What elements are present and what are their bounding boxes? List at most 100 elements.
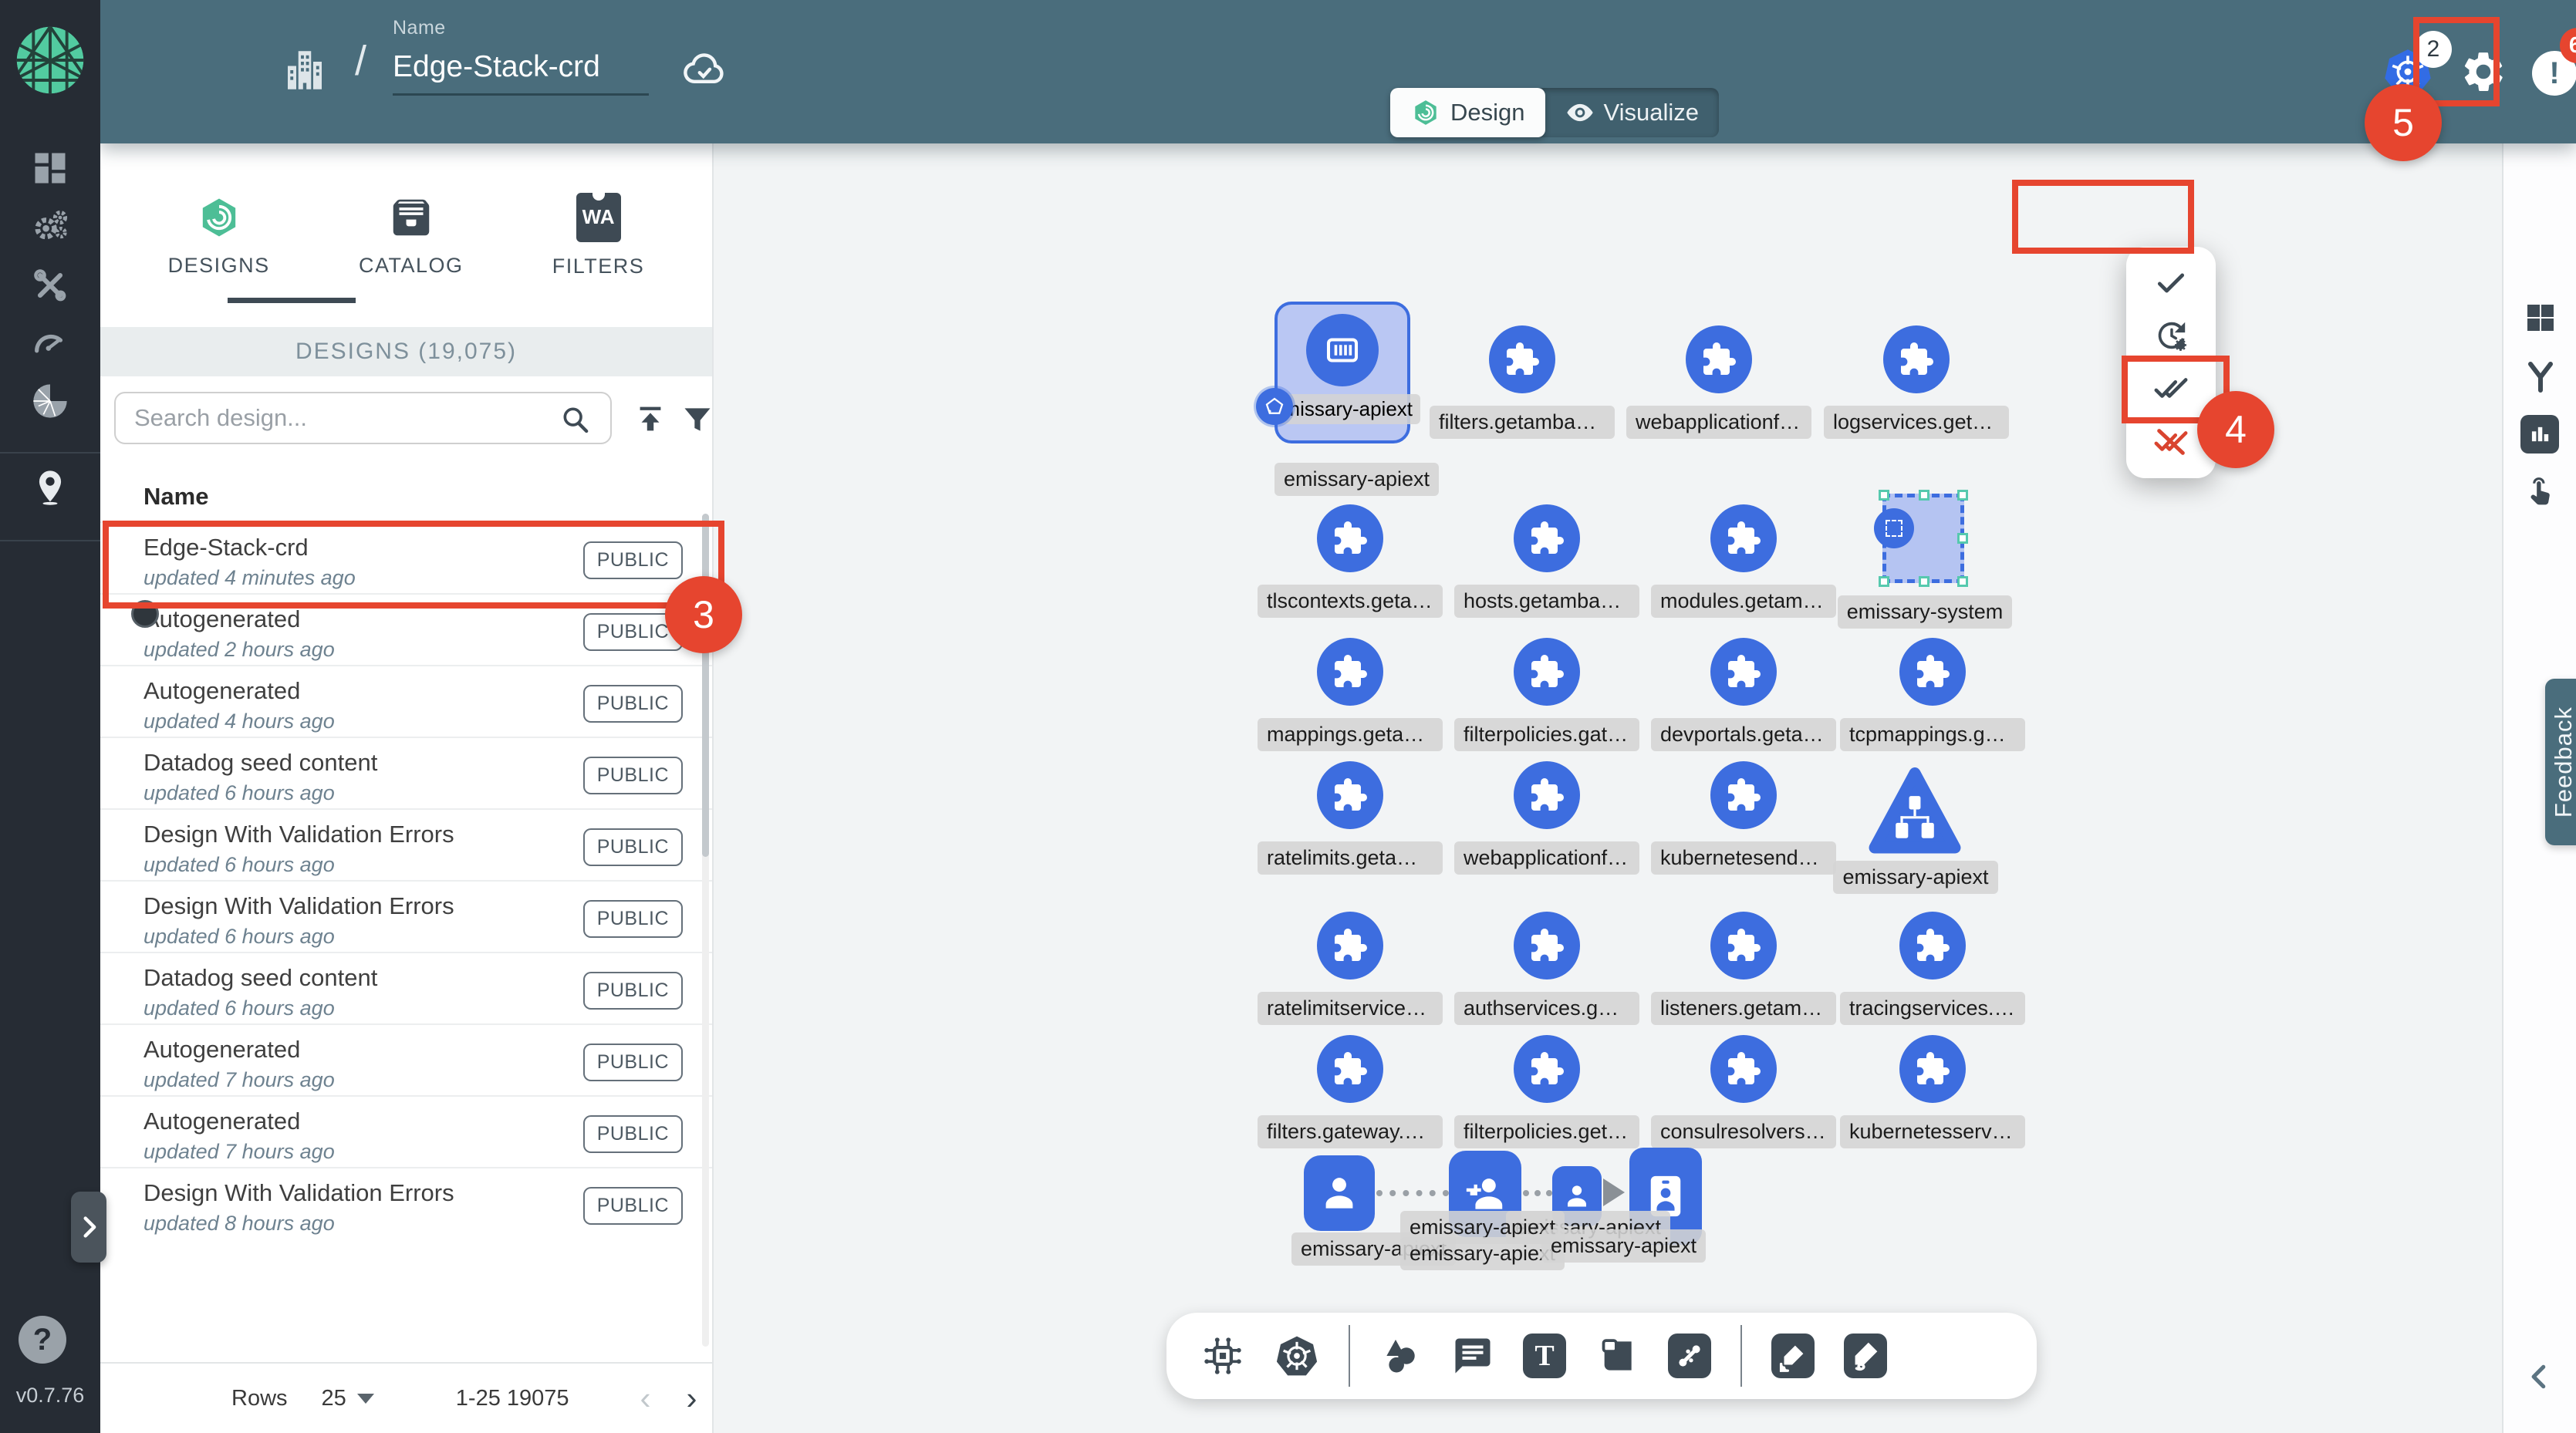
resize-handle[interactable] [1957,576,1968,587]
design-list-item[interactable]: Design With Validation Errors updated 6 … [100,880,712,952]
help-button[interactable]: ? [19,1316,66,1364]
canvas-node-crd[interactable]: listeners.getambassa... [1659,912,1828,1025]
resize-handle[interactable] [1957,533,1968,544]
previous-page-button[interactable]: ‹ [640,1380,651,1417]
canvas-node-crd[interactable]: kubernetesservicere... [1848,1035,2017,1148]
design-list-item[interactable]: Edge-Stack-crd updated 4 minutes ago PUB… [100,521,712,593]
freehand-draw-tool[interactable] [1844,1334,1887,1378]
pen-arrow-tool[interactable] [1771,1334,1815,1378]
resize-handle[interactable] [1919,490,1929,501]
upload-design-icon[interactable] [633,401,668,437]
menu-item-validate-check-icon[interactable] [2154,266,2188,300]
settings-gear-icon[interactable] [2460,48,2507,96]
visibility-badge[interactable]: PUBLIC [583,685,683,723]
visibility-badge[interactable]: PUBLIC [583,828,683,866]
component-chip-tool[interactable] [1200,1334,1245,1378]
canvas-node-crd[interactable]: consulresolvers.geta... [1659,1035,1828,1148]
sidebar-item-performance[interactable] [30,322,70,362]
collapse-right-chevron-icon[interactable] [2525,1362,2554,1391]
design-list-item[interactable]: Datadog seed content updated 6 hours ago… [100,737,712,808]
search-input[interactable] [114,392,612,444]
canvas-node-crd[interactable]: webapplicationfirewa... [1462,761,1632,875]
resize-handle[interactable] [1879,490,1889,501]
canvas-node-crd[interactable]: devportals.getambas... [1659,638,1828,751]
tab-filters[interactable]: WA FILTERS [552,193,645,278]
visibility-badge[interactable]: PUBLIC [583,1044,683,1081]
tab-visualize[interactable]: Visualize [1545,88,1720,137]
canvas-node-crd[interactable]: filterpolicies.gateway.... [1462,638,1632,751]
design-list-item[interactable]: Autogenerated updated 2 hours ago PUBLIC [100,593,712,665]
feedback-tab[interactable]: Feedback [2545,679,2576,845]
filter-icon[interactable] [680,403,714,437]
design-name-input[interactable] [393,47,649,96]
meshery-design-icon [1410,97,1441,128]
visibility-badge[interactable]: PUBLIC [583,972,683,1010]
canvas-node-emissary-apiext-selected[interactable]: emissary-apiext [1274,302,1410,443]
menu-item-dry-run-history-gear-icon[interactable] [2153,318,2189,353]
canvas-node-crd[interactable]: tcpmappings.getam... [1848,638,2017,751]
visibility-badge[interactable]: PUBLIC [583,1115,683,1153]
canvas-node-person[interactable] [1304,1155,1375,1231]
next-page-button[interactable]: › [687,1380,697,1417]
canvas-node-crd[interactable]: tracingservices.geta... [1848,912,2017,1025]
expand-sidebar-button[interactable] [71,1192,106,1263]
visibility-badge[interactable]: PUBLIC [583,900,683,938]
canvas-node-crd[interactable]: filterpolicies.getamb... [1462,1035,1632,1148]
canvas-node-crd[interactable]: filters.getambassador... [1437,325,1607,439]
rectangle-tool[interactable] [1595,1334,1639,1377]
canvas-node-crd[interactable]: authservices.getamb... [1462,912,1632,1025]
menu-item-deploy-double-check-icon[interactable] [2153,370,2189,406]
resize-handle[interactable] [1919,576,1929,587]
sidebar-item-dashboard[interactable] [30,148,70,188]
link-edge-tool[interactable] [1668,1334,1711,1378]
comment-tool[interactable] [1452,1335,1494,1377]
design-list-item[interactable]: Autogenerated updated 4 hours ago PUBLIC [100,665,712,737]
text-tool[interactable]: T [1523,1334,1566,1378]
design-list-item[interactable]: Autogenerated updated 7 hours ago PUBLIC [100,1023,712,1095]
sidebar-item-configuration[interactable] [30,265,70,305]
visibility-badge[interactable]: PUBLIC [583,757,683,794]
list-scrollbar-thumb[interactable] [702,514,709,857]
visibility-badge[interactable]: PUBLIC [583,1187,683,1225]
sidebar-item-kanvas[interactable] [30,467,70,507]
organization-icon[interactable] [279,45,330,96]
design-list-item[interactable]: Autogenerated updated 7 hours ago PUBLIC [100,1095,712,1167]
grid-view-icon[interactable] [2522,299,2559,336]
sidebar-item-extensions[interactable] [30,381,70,421]
canvas-node-emissary-apiext-triangle[interactable] [1867,767,1963,855]
meshery-logo[interactable] [10,20,90,100]
design-list-item[interactable]: Datadog seed content updated 6 hours ago… [100,952,712,1023]
rows-per-page-select[interactable]: 25 [322,1386,374,1411]
branch-validate-icon[interactable] [2522,358,2559,395]
tab-catalog[interactable]: CATALOG [359,194,464,278]
dashboard-chart-icon[interactable] [2520,415,2559,454]
tab-design[interactable]: Design [1390,88,1545,137]
canvas-node-crd[interactable]: kubernetesendpointr... [1659,761,1828,875]
design-list-item[interactable]: Design With Validation Errors updated 6 … [100,808,712,880]
canvas-node-crd[interactable]: mappings.getambass... [1265,638,1435,751]
canvas-node-crd[interactable]: logservices.getamba... [1832,325,2001,439]
search-icon[interactable] [560,404,591,435]
menu-item-undeploy-double-check-off-icon[interactable] [2153,423,2189,459]
kubernetes-tool[interactable] [1274,1334,1319,1378]
interact-hand-icon[interactable] [2522,475,2557,511]
resize-handle[interactable] [1879,576,1889,587]
canvas-node-crd[interactable]: tlscontexts.getambas... [1265,504,1435,618]
cloud-sync-icon [680,45,728,93]
canvas-node-crd[interactable]: webapplicationfirewa... [1634,325,1804,439]
design-list-item[interactable]: Design With Validation Errors updated 8 … [100,1167,712,1239]
canvas-node-crd[interactable]: ratelimits.getambassa... [1265,761,1435,875]
resize-handle[interactable] [1957,490,1968,501]
canvas-node-crd[interactable]: filters.gateway.getam... [1265,1035,1435,1148]
canvas-node-crd[interactable]: ratelimitservices.geta... [1265,912,1435,1025]
canvas-node-emissary-system-selected[interactable] [1882,494,1964,583]
node-label: kubernetesendpointr... [1651,841,1836,875]
sidebar-item-lifecycle[interactable] [30,207,70,247]
shapes-tool[interactable] [1379,1334,1423,1377]
notification-button[interactable]: ! 67 [2532,51,2576,96]
canvas-node-crd[interactable]: hosts.getambassador... [1462,504,1632,618]
puzzle-icon [1898,341,1935,378]
tab-designs[interactable]: DESIGNS [168,194,270,278]
canvas-node-crd[interactable]: modules.getambassa... [1659,504,1828,618]
visibility-badge[interactable]: PUBLIC [583,541,683,579]
